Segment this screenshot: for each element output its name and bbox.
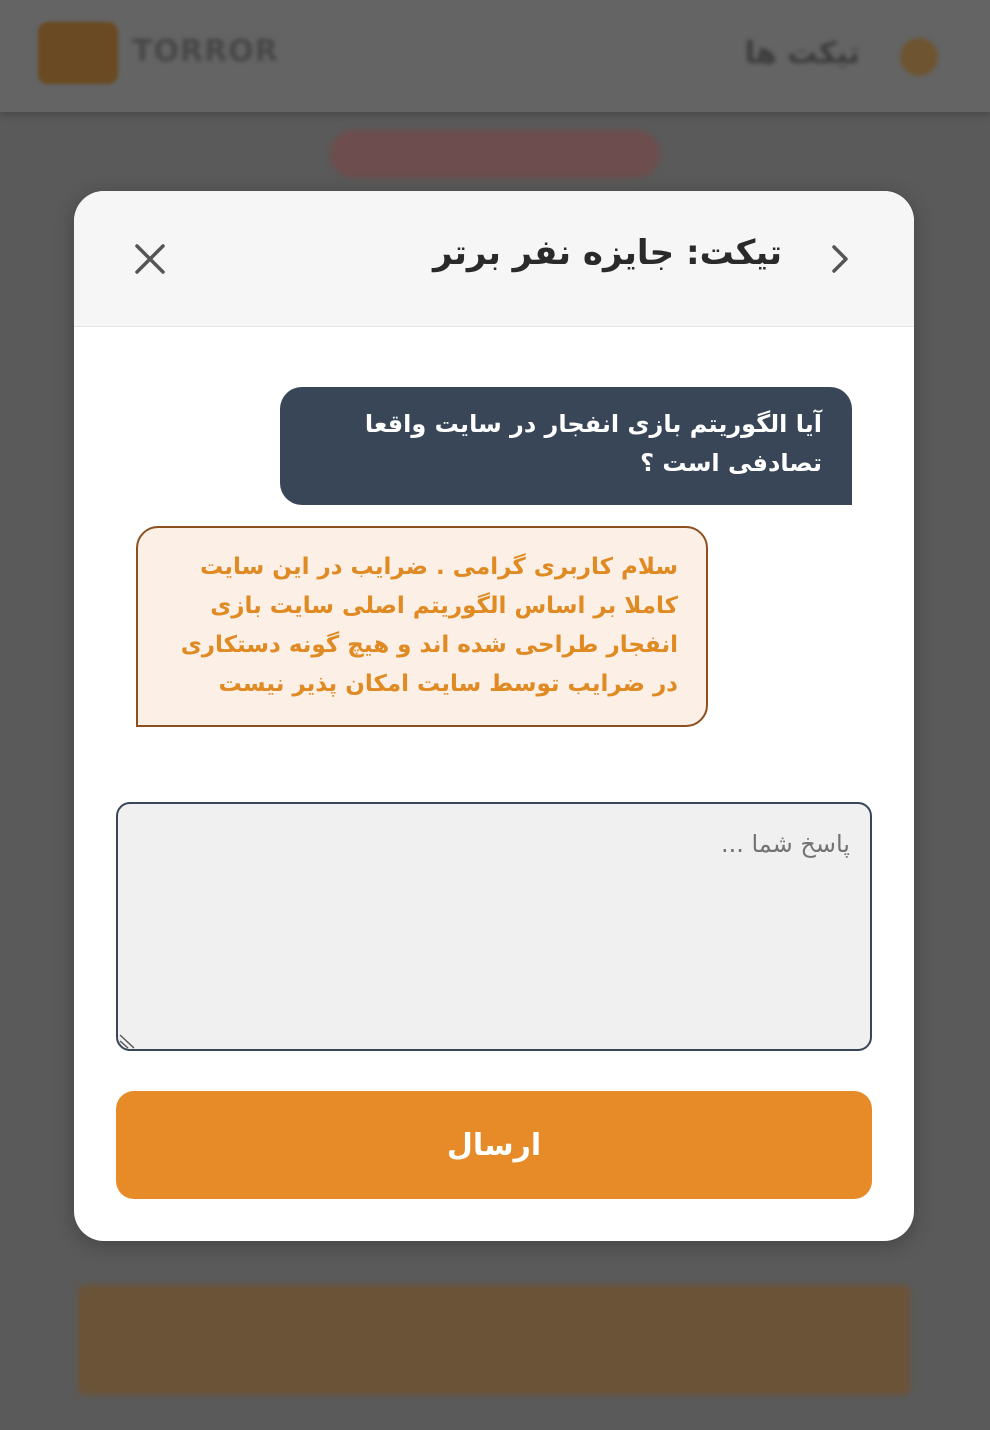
modal-title: تیکت: جایزه نفر برتر bbox=[433, 233, 782, 273]
modal-header: تیکت: جایزه نفر برتر bbox=[74, 191, 914, 327]
chevron-right-icon[interactable] bbox=[822, 241, 858, 277]
ticket-modal: تیکت: جایزه نفر برتر آیا الگوریتم بازی ا… bbox=[74, 191, 914, 1241]
background-menu-icon bbox=[900, 38, 938, 76]
close-icon[interactable] bbox=[130, 239, 170, 279]
site-logo bbox=[38, 22, 118, 84]
background-header: TORROR تیکت ها bbox=[0, 0, 990, 112]
chat-messages: آیا الگوریتم بازی انفجار در سایت واقعا ت… bbox=[74, 327, 914, 787]
reply-input[interactable] bbox=[116, 802, 872, 1051]
site-logo-text: TORROR bbox=[132, 34, 279, 69]
user-message-bubble: آیا الگوریتم بازی انفجار در سایت واقعا ت… bbox=[280, 387, 852, 505]
support-message-bubble: سلام کاربری گرامی . ضرایب در این سایت کا… bbox=[136, 526, 708, 727]
send-button[interactable]: ارسال bbox=[116, 1091, 872, 1199]
background-banner bbox=[330, 130, 660, 178]
background-footer-block bbox=[78, 1285, 910, 1395]
background-page-title: تیکت ها bbox=[744, 36, 860, 71]
